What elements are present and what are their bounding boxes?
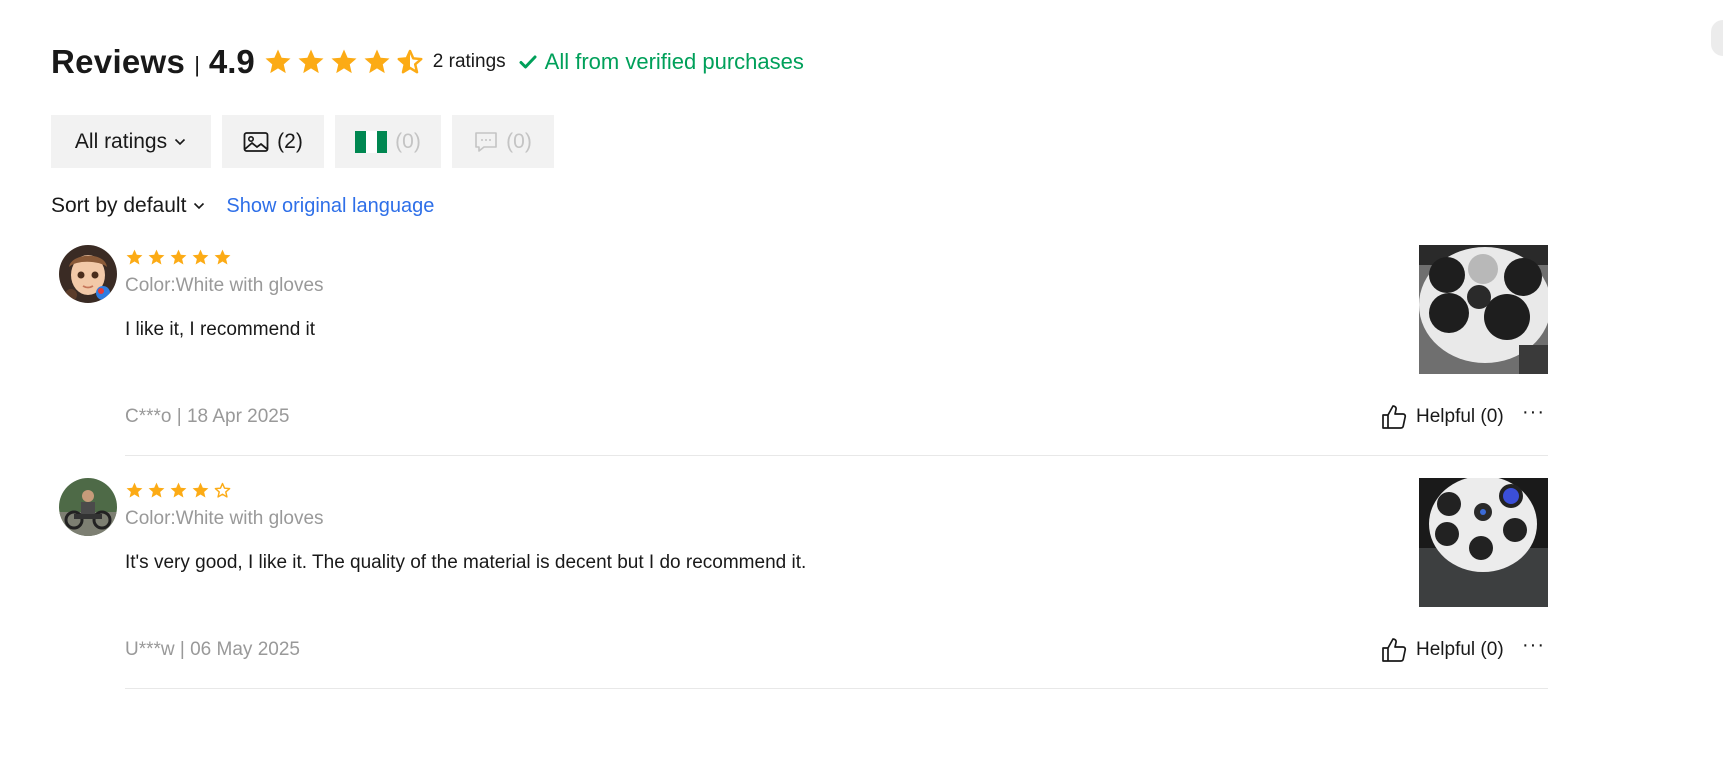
review-stars <box>125 248 232 267</box>
rating-count: 2 ratings <box>432 51 506 72</box>
thumbs-up-icon <box>1382 638 1407 662</box>
avatar[interactable] <box>59 245 117 303</box>
helpful-button[interactable]: Helpful (0) <box>1380 403 1504 431</box>
review-meta: C***o | 18 Apr 2025 <box>125 406 290 427</box>
sort-row: Sort by default Show original language <box>51 194 434 218</box>
photos-count: (2) <box>277 129 303 153</box>
image-icon <box>243 131 269 152</box>
filter-chips: All ratings (2) (0) (0) <box>51 115 554 168</box>
review-color: Color:White with gloves <box>125 508 324 529</box>
verified-purchases: All from verified purchases <box>518 49 804 75</box>
thumbs-up-icon <box>1382 405 1407 429</box>
average-stars <box>263 47 425 77</box>
star-empty-icon <box>214 482 231 498</box>
photos-filter[interactable]: (2) <box>222 115 324 168</box>
scroll-handle[interactable] <box>1711 20 1723 56</box>
review-text: It's very good, I like it. The quality o… <box>125 552 807 573</box>
comments-count: (0) <box>506 129 532 153</box>
star-full-icon <box>331 49 357 74</box>
review-meta: U***w | 06 May 2025 <box>125 639 300 660</box>
star-full-icon <box>170 482 187 498</box>
review-color: Color:White with gloves <box>125 275 324 296</box>
helpful-label: Helpful (0) <box>1416 639 1504 660</box>
helpful-button[interactable]: Helpful (0) <box>1380 636 1504 664</box>
star-full-icon <box>192 482 209 498</box>
star-full-icon <box>265 49 291 74</box>
divider <box>125 688 1548 689</box>
avatar[interactable] <box>59 478 117 536</box>
review-text: I like it, I recommend it <box>125 319 316 340</box>
review-photo[interactable] <box>1419 478 1548 607</box>
reviews-title: Reviews <box>51 43 186 80</box>
review-stars <box>125 481 232 500</box>
review-item: Color:White with gloves It's very good, … <box>0 478 1723 690</box>
sort-label: Sort by default <box>51 194 187 217</box>
all-ratings-label: All ratings <box>74 129 168 153</box>
star-full-icon <box>192 249 209 265</box>
reviews-header: Reviews | 4.9 2 ratings All from verifie… <box>51 38 804 86</box>
star-full-icon <box>298 49 324 74</box>
verified-label: All from verified purchases <box>544 49 804 74</box>
star-full-icon <box>214 249 231 265</box>
sort-dropdown[interactable]: Sort by default <box>51 194 206 218</box>
country-filter[interactable]: (0) <box>335 115 441 168</box>
helpful-label: Helpful (0) <box>1416 406 1504 427</box>
show-original-language-link[interactable]: Show original language <box>226 195 434 218</box>
star-full-icon <box>126 249 143 265</box>
review-photo[interactable] <box>1419 245 1548 374</box>
chevron-down-icon <box>194 202 205 210</box>
average-score: 4.9 <box>208 43 255 80</box>
review-item: Color:White with gloves I like it, I rec… <box>0 245 1723 457</box>
star-full-icon <box>148 249 165 265</box>
star-full-icon <box>126 482 143 498</box>
nigeria-flag-icon <box>355 130 388 153</box>
divider <box>125 455 1548 456</box>
more-options-icon[interactable]: ··· <box>1522 634 1545 657</box>
star-full-icon <box>170 249 187 265</box>
check-icon <box>519 55 537 69</box>
more-options-icon[interactable]: ··· <box>1522 401 1545 424</box>
all-ratings-filter[interactable]: All ratings <box>51 115 211 168</box>
chevron-down-icon <box>175 138 186 145</box>
country-count: (0) <box>395 129 421 153</box>
star-full-icon <box>148 482 165 498</box>
comments-filter[interactable]: (0) <box>452 115 554 168</box>
header-separator: | <box>194 52 200 77</box>
star-half-icon <box>397 49 423 74</box>
comment-icon <box>475 131 497 152</box>
star-full-icon <box>364 49 390 74</box>
